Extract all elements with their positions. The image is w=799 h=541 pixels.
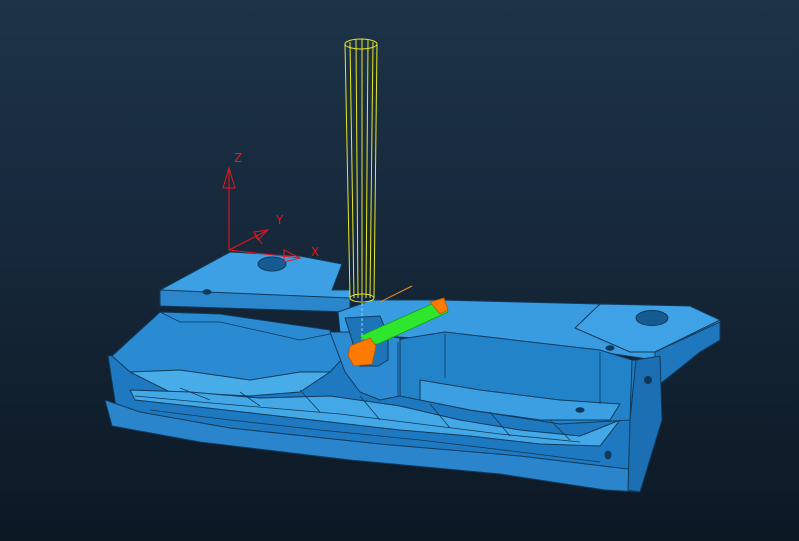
triad-z-label: Z: [234, 151, 242, 165]
part-model[interactable]: [104, 251, 721, 493]
part-hole-pocket: [575, 407, 585, 413]
part-hole-wall: [604, 450, 612, 460]
end-mill-tool[interactable]: [344, 38, 378, 340]
triad-y-arrow-icon: [253, 229, 270, 245]
part-hole-right-small: [605, 345, 615, 351]
triad-x-label: X: [311, 245, 319, 259]
graphics-viewport[interactable]: Z Y X: [0, 0, 799, 541]
part-hole-left: [257, 256, 287, 272]
tool-edge: [344, 43, 351, 299]
tool-edge: [369, 41, 374, 299]
part-hole-right: [635, 310, 669, 326]
part-hole-left-small: [202, 289, 212, 295]
tool-edge: [365, 39, 369, 299]
part-hole-ear: [644, 376, 652, 384]
triad-z-arrow-icon: [222, 166, 236, 189]
coordinate-triad[interactable]: Z Y X: [222, 151, 319, 263]
triad-y-label: Y: [275, 213, 284, 227]
cad-scene[interactable]: Z Y X: [0, 0, 799, 541]
tool-edge: [373, 43, 378, 299]
triad-y-axis: [228, 229, 269, 251]
tool-edge: [355, 39, 359, 299]
tool-edge: [349, 41, 355, 299]
